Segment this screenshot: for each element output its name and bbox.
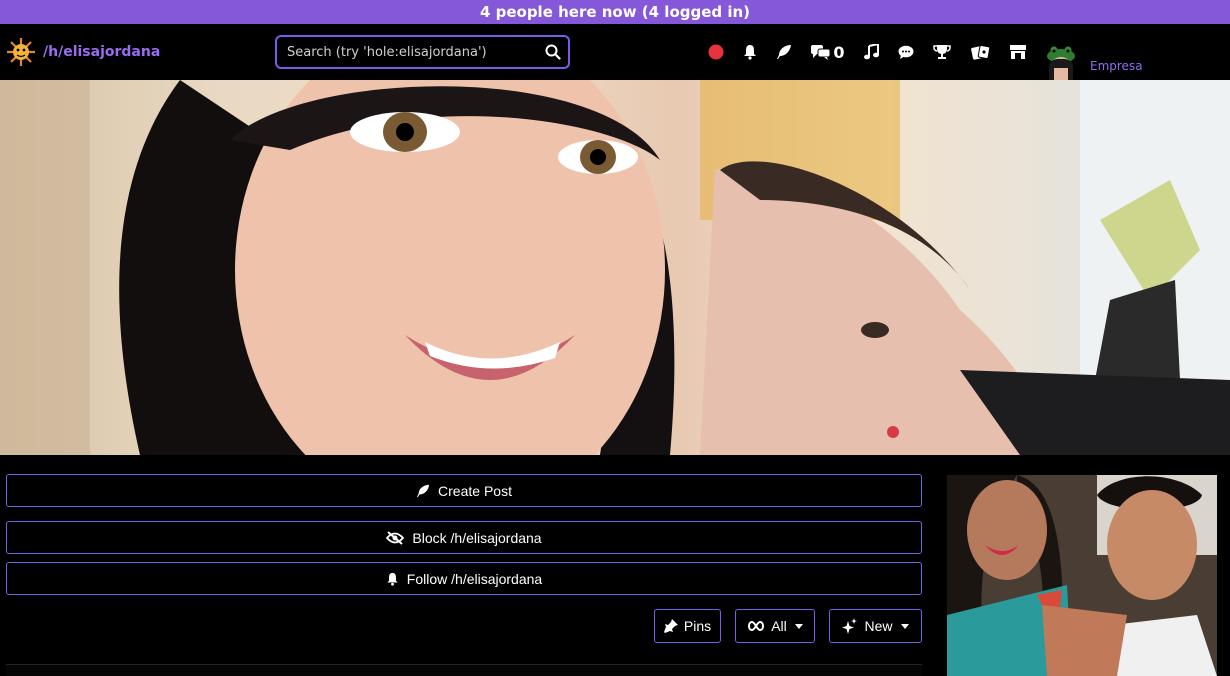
feather-icon — [416, 484, 430, 497]
time-filter-label: All — [771, 618, 787, 634]
follow-hole-button[interactable]: Follow /h/elisajordana — [6, 562, 922, 595]
chat-bubbles-icon — [811, 45, 831, 60]
pins-toggle[interactable]: Pins — [654, 609, 721, 643]
infinity-icon — [748, 621, 765, 631]
brand-name: /h/elisajordana — [43, 44, 161, 60]
sidebar-image — [947, 475, 1217, 676]
sort-label: New — [864, 618, 893, 634]
username[interactable]: Empresa — [1090, 59, 1143, 73]
create-post-label: Create Post — [438, 482, 512, 499]
chevron-down-icon — [794, 623, 803, 629]
trophy-icon[interactable] — [932, 42, 952, 62]
follow-hole-label: Follow /h/elisajordana — [406, 570, 543, 587]
shop-icon[interactable] — [1008, 42, 1028, 62]
hole-banner-image — [0, 80, 1230, 455]
bell-icon — [387, 572, 398, 586]
record-icon[interactable] — [707, 42, 725, 62]
eye-slash-icon — [386, 530, 405, 545]
brand-link[interactable]: /h/elisajordana — [4, 36, 160, 68]
pin-icon — [663, 619, 678, 633]
post-list-start — [6, 664, 922, 676]
chevron-down-icon — [900, 623, 909, 629]
block-hole-label: Block /h/elisajordana — [412, 529, 542, 546]
online-banner: 4 people here now (4 logged in) — [0, 0, 1230, 24]
music-note-icon[interactable] — [862, 42, 880, 62]
cards-icon[interactable] — [970, 42, 990, 62]
pins-label: Pins — [683, 618, 712, 634]
chat-count: 0 — [833, 42, 845, 62]
sun-logo-icon — [7, 38, 35, 66]
bell-icon[interactable] — [741, 42, 759, 62]
comment-icon[interactable] — [897, 42, 915, 62]
chat-bubbles-button[interactable]: 0 — [810, 42, 846, 62]
time-filter-dropdown[interactable]: All — [735, 609, 815, 643]
sparkles-icon — [842, 618, 858, 634]
navbar: /h/elisajordana 0 — [0, 24, 1230, 93]
search-input[interactable] — [277, 37, 538, 67]
sort-dropdown[interactable]: New — [829, 609, 922, 643]
search-icon[interactable] — [538, 37, 568, 67]
create-post-button[interactable]: Create Post — [6, 474, 922, 507]
search-box — [275, 35, 570, 69]
block-hole-button[interactable]: Block /h/elisajordana — [6, 521, 922, 554]
feather-icon[interactable] — [775, 42, 793, 62]
